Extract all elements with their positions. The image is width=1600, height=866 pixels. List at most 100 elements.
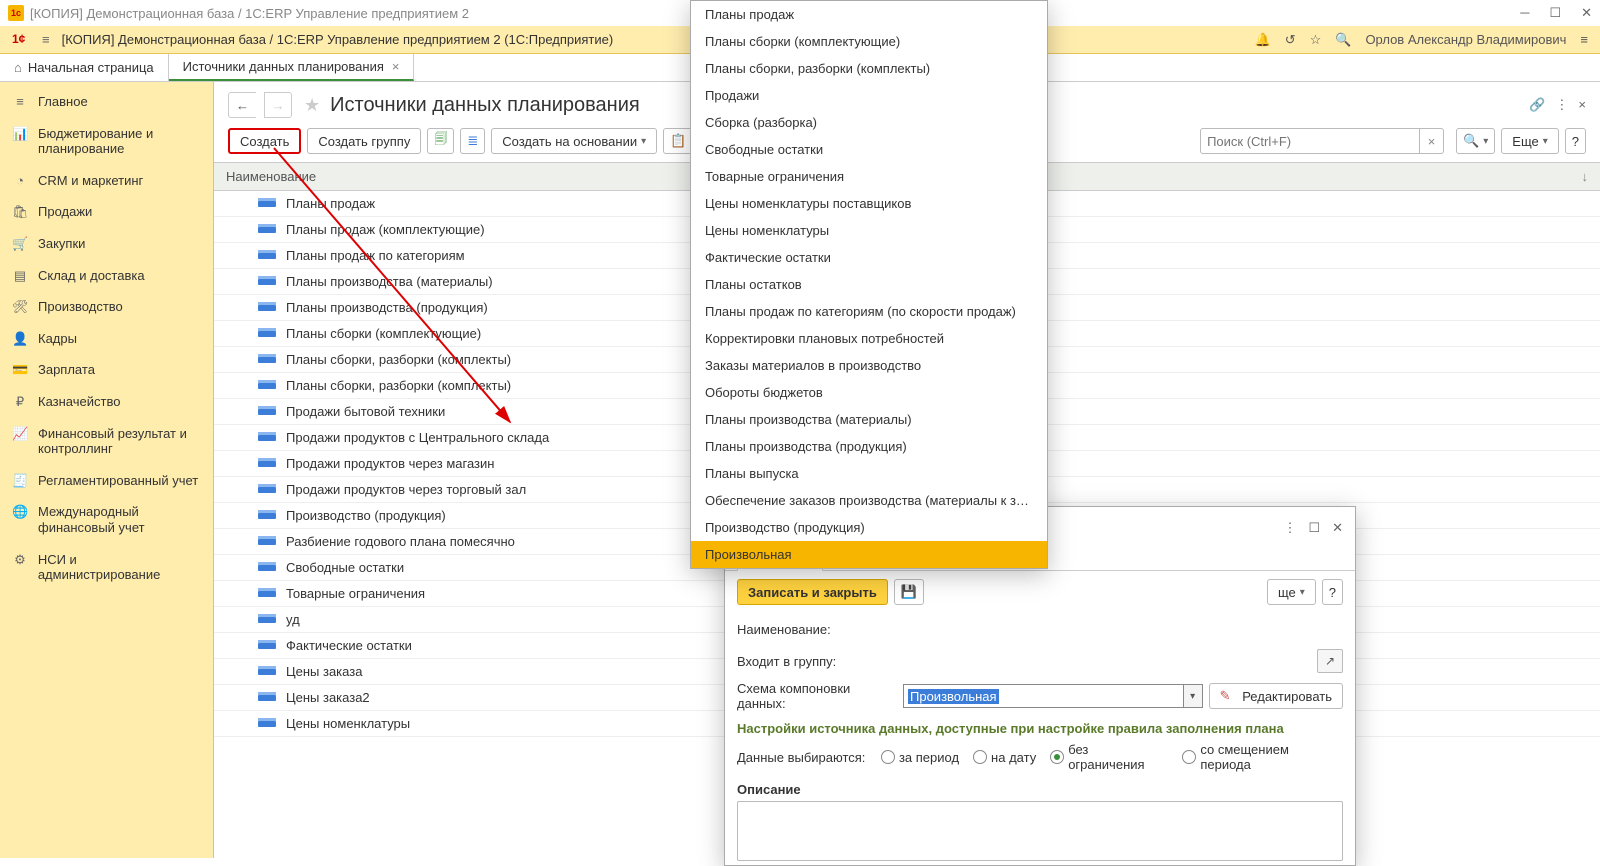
dropdown-item[interactable]: Планы сборки (комплектующие) bbox=[691, 28, 1047, 55]
window-close[interactable]: ✕ bbox=[1581, 5, 1592, 21]
dropdown-item[interactable]: Планы производства (материалы) bbox=[691, 406, 1047, 433]
search-clear[interactable]: × bbox=[1420, 128, 1444, 154]
dropdown-item[interactable]: Заказы материалов в производство bbox=[691, 352, 1047, 379]
dropdown-item[interactable]: Обеспечение заказов производства (матери… bbox=[691, 487, 1047, 514]
dropdown-item[interactable]: Планы остатков bbox=[691, 271, 1047, 298]
modal-more-button[interactable]: ще bbox=[1267, 579, 1316, 605]
sidebar-item-4[interactable]: 🛒Закупки bbox=[0, 228, 213, 260]
row-label: Продажи бытовой техники bbox=[286, 404, 445, 419]
modal-maximize-icon[interactable]: ☐ bbox=[1308, 520, 1320, 536]
sidebar-item-1[interactable]: 📊Бюджетирование и планирование bbox=[0, 118, 213, 165]
group-open-button[interactable]: ↗ bbox=[1317, 649, 1343, 673]
sidebar-item-6[interactable]: 🛠Производство bbox=[0, 291, 213, 323]
modal-kebab-icon[interactable]: ⋮ bbox=[1283, 520, 1296, 536]
sort-icon[interactable]: ↓ bbox=[1582, 169, 1589, 184]
sidebar-item-11[interactable]: 🧾Регламентированный учет bbox=[0, 465, 213, 497]
copy-button[interactable]: 🗐 bbox=[427, 128, 454, 154]
window-minimize[interactable]: ─ bbox=[1520, 5, 1529, 21]
sidebar-item-7[interactable]: 👤Кадры bbox=[0, 323, 213, 355]
sidebar-item-5[interactable]: ▤Склад и доставка bbox=[0, 260, 213, 292]
row-icon bbox=[258, 253, 276, 259]
radio-date[interactable]: на дату bbox=[973, 750, 1036, 765]
bell-icon[interactable]: 🔔 bbox=[1255, 32, 1271, 48]
help-button[interactable]: ? bbox=[1565, 128, 1586, 154]
dropdown-item[interactable]: Производство (продукция) bbox=[691, 514, 1047, 541]
window-maximize[interactable]: ☐ bbox=[1549, 5, 1561, 21]
save-button[interactable]: 💾 bbox=[894, 579, 924, 605]
create-based-button[interactable]: Создать на основании bbox=[491, 128, 657, 154]
name-label: Наименование: bbox=[737, 622, 897, 637]
radio-nolimit[interactable]: без ограничения bbox=[1050, 742, 1168, 772]
row-label: Продажи продуктов через магазин bbox=[286, 456, 494, 471]
edit-schema-button[interactable]: ✎ Редактировать bbox=[1209, 683, 1343, 709]
modal-close-icon[interactable]: ✕ bbox=[1332, 520, 1343, 536]
history-icon[interactable]: ↺ bbox=[1285, 32, 1296, 48]
link-icon[interactable]: 🔗 bbox=[1529, 97, 1545, 113]
kebab-icon[interactable]: ⋮ bbox=[1555, 97, 1568, 113]
save-close-button[interactable]: Записать и закрыть bbox=[737, 579, 888, 605]
modal-help-button[interactable]: ? bbox=[1322, 579, 1343, 605]
sidebar-item-8[interactable]: 💳Зарплата bbox=[0, 354, 213, 386]
radio-shift[interactable]: со смещением периода bbox=[1182, 742, 1343, 772]
dropdown-item[interactable]: Произвольная bbox=[691, 541, 1047, 568]
settings-icon[interactable]: ≡ bbox=[1580, 32, 1588, 47]
sidebar-icon: 📊 bbox=[12, 126, 28, 142]
sidebar-item-9[interactable]: ₽Казначейство bbox=[0, 386, 213, 418]
sidebar-icon: ◔ bbox=[12, 173, 28, 189]
dropdown-item[interactable]: Планы производства (продукция) bbox=[691, 433, 1047, 460]
row-icon bbox=[258, 461, 276, 467]
dropdown-item[interactable]: Фактические остатки bbox=[691, 244, 1047, 271]
dropdown-item[interactable]: Планы выпуска bbox=[691, 460, 1047, 487]
radio-period[interactable]: за период bbox=[881, 750, 959, 765]
create-button[interactable]: Создать bbox=[228, 128, 301, 154]
row-icon bbox=[258, 357, 276, 363]
create-group-button[interactable]: Создать группу bbox=[307, 128, 421, 154]
list-button[interactable]: ≣ bbox=[460, 128, 485, 154]
row-label: Планы сборки, разборки (комплекты) bbox=[286, 378, 511, 393]
dropdown-item[interactable]: Свободные остатки bbox=[691, 136, 1047, 163]
dropdown-item[interactable]: Цены номенклатуры поставщиков bbox=[691, 190, 1047, 217]
paste-button[interactable]: 📋 bbox=[663, 128, 693, 154]
dropdown-item[interactable]: Продажи bbox=[691, 82, 1047, 109]
description-textarea[interactable] bbox=[737, 801, 1343, 861]
schema-combo[interactable]: Произвольная ▾ bbox=[903, 684, 1203, 708]
app-title: [КОПИЯ] Демонстрационная база / 1С:ERP У… bbox=[62, 32, 614, 47]
menu-icon[interactable]: ≡ bbox=[42, 32, 50, 47]
tab-close-icon[interactable]: × bbox=[392, 59, 400, 74]
page-close-icon[interactable]: × bbox=[1578, 97, 1586, 113]
search-icon[interactable]: 🔍 bbox=[1335, 32, 1351, 48]
favorite-star-icon[interactable]: ★ bbox=[304, 95, 320, 116]
search-go-button[interactable]: 🔍 bbox=[1456, 128, 1495, 154]
schema-value: Произвольная bbox=[908, 689, 999, 704]
dropdown-item[interactable]: Планы продаж bbox=[691, 1, 1047, 28]
dropdown-item[interactable]: Планы продаж по категориям (по скорости … bbox=[691, 298, 1047, 325]
sidebar-item-12[interactable]: 🌐Международный финансовый учет bbox=[0, 496, 213, 543]
schema-dropdown[interactable]: Планы продажПланы сборки (комплектующие)… bbox=[690, 0, 1048, 569]
user-name[interactable]: Орлов Александр Владимирович bbox=[1365, 32, 1566, 47]
sidebar-item-3[interactable]: 🛍Продажи bbox=[0, 196, 213, 228]
sidebar-label: Международный финансовый учет bbox=[38, 504, 201, 535]
star-icon[interactable]: ☆ bbox=[1310, 32, 1322, 48]
search-input[interactable] bbox=[1200, 128, 1420, 154]
sidebar-item-2[interactable]: ◔CRM и маркетинг bbox=[0, 165, 213, 197]
combo-dropdown-icon[interactable]: ▾ bbox=[1183, 684, 1203, 708]
sidebar-item-10[interactable]: 📈Финансовый результат и контроллинг bbox=[0, 418, 213, 465]
sidebar-item-0[interactable]: ≡Главное bbox=[0, 86, 213, 118]
sidebar-item-13[interactable]: ⚙НСИ и администрирование bbox=[0, 544, 213, 591]
sidebar-label: Казначейство bbox=[38, 394, 120, 410]
tab-sources[interactable]: Источники данных планирования× bbox=[169, 54, 415, 81]
dropdown-item[interactable]: Товарные ограничения bbox=[691, 163, 1047, 190]
nav-forward[interactable]: → bbox=[264, 92, 292, 118]
nav-back[interactable]: ← bbox=[228, 92, 256, 118]
dropdown-item[interactable]: Обороты бюджетов bbox=[691, 379, 1047, 406]
tab-home[interactable]: Начальная страница bbox=[0, 54, 169, 81]
col-name: Наименование bbox=[226, 169, 316, 184]
dropdown-item[interactable]: Цены номенклатуры bbox=[691, 217, 1047, 244]
dropdown-item[interactable]: Планы сборки, разборки (комплекты) bbox=[691, 55, 1047, 82]
row-label: Планы продаж по категориям bbox=[286, 248, 465, 263]
row-icon bbox=[258, 617, 276, 623]
dropdown-item[interactable]: Корректировки плановых потребностей bbox=[691, 325, 1047, 352]
dropdown-item[interactable]: Сборка (разборка) bbox=[691, 109, 1047, 136]
row-icon bbox=[258, 539, 276, 545]
more-button[interactable]: Еще bbox=[1501, 128, 1558, 154]
